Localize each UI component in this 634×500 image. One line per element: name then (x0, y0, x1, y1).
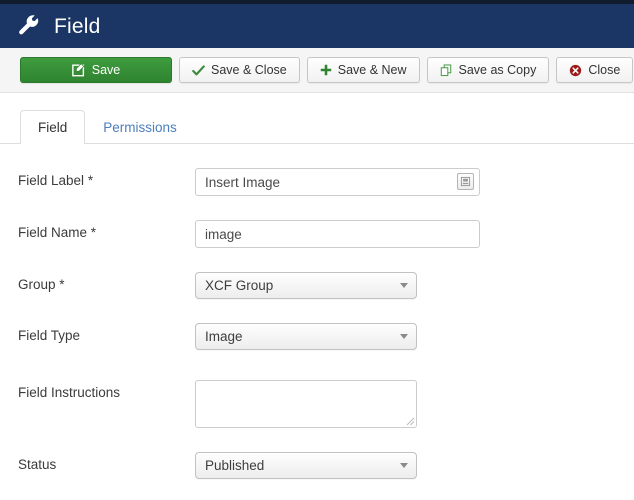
label-field-label-text: Field Label (18, 173, 85, 188)
insert-field-icon-button[interactable] (457, 173, 474, 190)
label-field-label: Field Label * (0, 168, 195, 194)
field-instructions-textarea[interactable] (195, 380, 417, 428)
form-row-field-name: Field Name * (0, 220, 634, 248)
save-as-copy-button[interactable]: Save as Copy (426, 57, 550, 83)
page-title: Field (54, 14, 101, 38)
save-and-close-button[interactable]: Save & Close (179, 57, 300, 83)
label-field-instructions: Field Instructions (0, 380, 195, 406)
label-status-text: Status (18, 457, 57, 472)
group-select-value: XCF Group (205, 277, 274, 293)
page-header: Field (0, 4, 634, 48)
status-select[interactable]: Published (195, 452, 417, 479)
save-button[interactable]: Save (20, 57, 172, 83)
tab-permissions-label: Permissions (103, 120, 177, 135)
wrench-icon (19, 15, 39, 35)
field-type-select-value: Image (205, 328, 243, 344)
tab-permissions[interactable]: Permissions (85, 110, 195, 144)
tab-bar: Field Permissions (0, 109, 634, 145)
status-select-value: Published (205, 457, 265, 473)
close-circle-icon (570, 64, 582, 76)
save-as-copy-button-label: Save as Copy (458, 62, 537, 77)
label-field-name-text: Field Name (18, 225, 88, 240)
label-group-text: Group (18, 277, 56, 292)
form-row-group: Group * XCF Group (0, 272, 634, 299)
copy-icon (440, 63, 451, 76)
tab-field[interactable]: Field (20, 110, 86, 145)
label-status: Status (0, 452, 195, 478)
chevron-down-icon (400, 283, 408, 288)
save-and-close-button-label: Save & Close (211, 62, 287, 77)
form-row-field-instructions: Field Instructions (0, 380, 634, 428)
field-name-input[interactable] (195, 220, 480, 248)
required-marker: * (87, 173, 94, 188)
check-icon (192, 64, 205, 75)
label-group: Group * (0, 272, 195, 298)
close-button-label: Close (588, 62, 621, 77)
label-field-type: Field Type (0, 323, 195, 349)
edit-square-icon (71, 63, 85, 77)
plus-icon (320, 64, 331, 76)
save-and-new-button[interactable]: Save & New (306, 57, 420, 83)
label-field-name: Field Name * (0, 220, 195, 246)
group-select[interactable]: XCF Group (195, 272, 417, 299)
field-name-input-wrap (195, 220, 480, 248)
chevron-down-icon (400, 463, 408, 468)
close-button[interactable]: Close (556, 57, 634, 83)
form-row-status: Status Published (0, 452, 634, 479)
field-label-input[interactable] (195, 168, 480, 196)
form-row-field-type: Field Type Image (0, 323, 634, 350)
toolbar: Save Save & Close Save & New Save as Cop… (0, 48, 634, 93)
label-field-type-text: Field Type (18, 328, 81, 343)
chevron-down-icon (400, 334, 408, 339)
save-and-new-button-label: Save & New (337, 62, 407, 77)
resize-handle-icon[interactable] (403, 414, 415, 426)
insert-field-icon (460, 176, 471, 187)
field-form: Field Label * Field Name * Group (0, 144, 634, 479)
field-label-input-wrap (195, 168, 480, 196)
label-field-instructions-text: Field Instructions (18, 385, 121, 400)
required-marker: * (59, 277, 65, 292)
required-marker: * (90, 225, 97, 240)
save-button-label: Save (91, 62, 121, 77)
field-type-select[interactable]: Image (195, 323, 417, 350)
form-row-field-label: Field Label * (0, 168, 634, 196)
tab-field-label: Field (38, 120, 68, 135)
